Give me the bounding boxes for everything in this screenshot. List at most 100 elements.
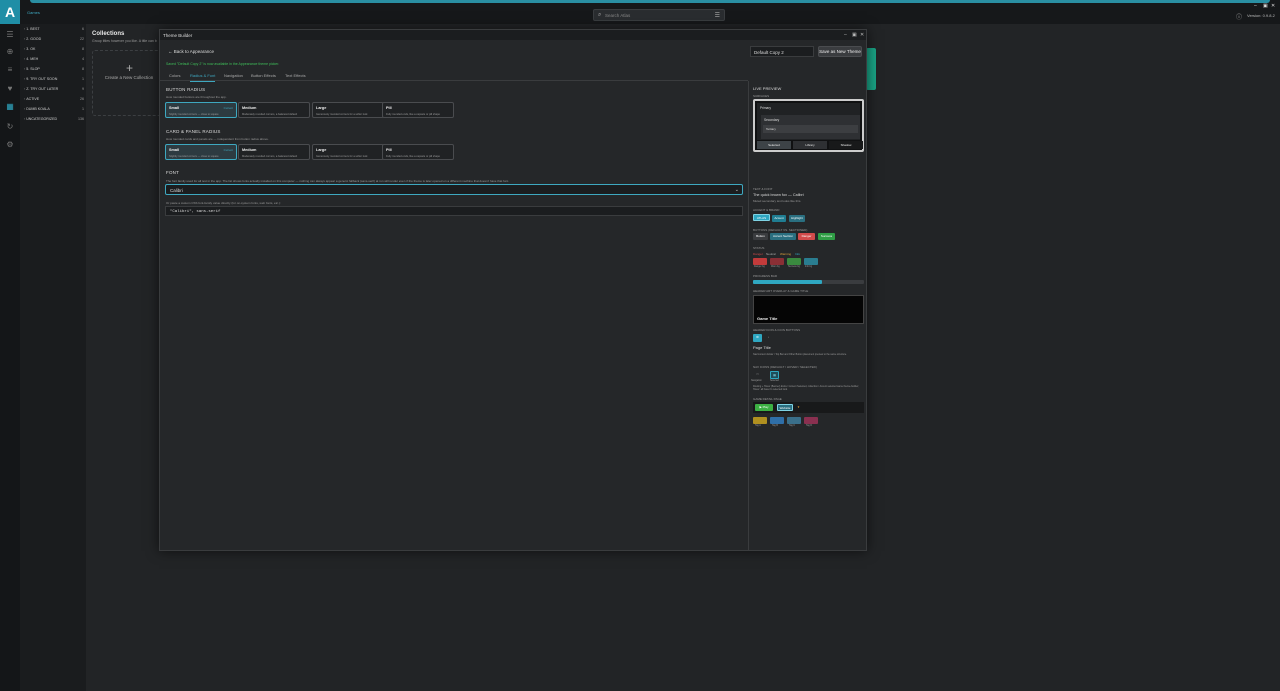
collection-item[interactable]: ›ACTIVE 26 bbox=[24, 97, 84, 105]
preview-label: NAV ICONS (DEFAULT / HOVER / SELECTED) bbox=[753, 365, 817, 369]
collection-item[interactable]: ›UNCATEGORIZED 136 bbox=[24, 117, 84, 125]
library-button[interactable]: Library bbox=[793, 141, 827, 149]
tag-label: Tag A bbox=[755, 425, 761, 427]
preview-label: STATUS bbox=[753, 246, 765, 250]
custom-font-input[interactable]: "Calibri", sans-serif bbox=[165, 206, 743, 216]
search-input[interactable]: ⌕ Search Atlas ☰ bbox=[593, 9, 725, 21]
minimize-icon[interactable]: – bbox=[844, 32, 847, 38]
plus-icon: + bbox=[126, 61, 134, 75]
atlas-chip: ATLAS bbox=[753, 214, 770, 221]
library-icon[interactable]: ☰ bbox=[5, 30, 15, 40]
collection-item[interactable]: ›DUMB KOALA 1 bbox=[24, 107, 84, 115]
play-icon: ▶ bbox=[759, 405, 762, 409]
button-radius-pill[interactable]: Pill Fully rounded ends, like a capsule … bbox=[382, 102, 454, 118]
heart-icon[interactable]: ♥ bbox=[5, 84, 15, 94]
swatch-label: Danger bg bbox=[754, 266, 765, 268]
website-button[interactable]: Website bbox=[777, 404, 793, 411]
nav-selected-icon[interactable]: ▦ bbox=[770, 371, 779, 379]
collection-item[interactable]: ›2. GOOD 22 bbox=[24, 37, 84, 45]
button-radius-small[interactable]: Small Current Slightly rounded corners —… bbox=[165, 102, 237, 118]
refresh-icon[interactable]: ↻ bbox=[5, 122, 15, 132]
back-button[interactable]: ← Back to Appearance bbox=[168, 49, 214, 54]
tertiary-surface: Tertiary bbox=[763, 125, 858, 133]
danger-swatch bbox=[753, 258, 767, 265]
card-radius-pill[interactable]: Pill Fully rounded ends, like a capsule … bbox=[382, 144, 454, 160]
new-collection-button[interactable]: + Create a New Collection bbox=[92, 50, 166, 116]
collection-item[interactable]: ›5. SLOP 8 bbox=[24, 67, 84, 75]
card-radius-medium[interactable]: Medium Moderately rounded corners, a bal… bbox=[238, 144, 310, 160]
preview-label: PROGRESS BAR bbox=[753, 274, 778, 278]
card-radius-large[interactable]: Large Generously rounded corners for a s… bbox=[312, 144, 384, 160]
play-button[interactable]: ▶ Play bbox=[755, 404, 773, 411]
progress-fill bbox=[753, 280, 822, 284]
gear-icon[interactable]: ⚙ bbox=[5, 140, 15, 150]
sample-button[interactable]: Button bbox=[753, 233, 768, 240]
tag-label: Tag B bbox=[772, 425, 778, 427]
page-title: Page Title bbox=[753, 345, 771, 350]
nav-label: Selected bbox=[770, 380, 779, 382]
save-as-new-theme-button[interactable]: Save as New Theme bbox=[818, 46, 862, 57]
breadcrumb[interactable]: Games bbox=[27, 10, 40, 15]
page-desc: Nav/content divider / Top Bar and Other … bbox=[753, 353, 847, 356]
selected-button[interactable]: Selected bbox=[757, 141, 791, 149]
accent-section-button[interactable]: Accent Section bbox=[770, 233, 796, 240]
new-collection-label: Create a New Collection bbox=[104, 75, 154, 80]
heart-icon[interactable]: ♥ bbox=[795, 404, 802, 411]
swatch-label: Info bg bbox=[805, 266, 813, 268]
button-radius-medium[interactable]: Medium Moderately rounded corners, a bal… bbox=[238, 102, 310, 118]
search-placeholder: Search Atlas bbox=[605, 13, 631, 18]
tag-swatch bbox=[753, 417, 767, 424]
swatch-label: Warn bg bbox=[771, 266, 780, 268]
settings-pane: BUTTON RADIUS How rounded buttons are th… bbox=[160, 81, 748, 551]
close-icon[interactable]: ✕ bbox=[860, 32, 864, 38]
maximize-icon[interactable]: ▣ bbox=[1263, 3, 1268, 9]
tab-text-effects[interactable]: Text Effects bbox=[285, 73, 306, 78]
font-select[interactable]: Calibri ⌄ bbox=[165, 184, 743, 195]
version-label: Version: 0.9.8.2 bbox=[1247, 13, 1275, 18]
live-preview: LIVE PREVIEW SURFACES Primary Secondary … bbox=[748, 81, 866, 551]
collections-icon[interactable]: ▦ bbox=[5, 102, 15, 112]
collection-item[interactable]: ›Z. TRY OUT LATER 9 bbox=[24, 87, 84, 95]
maximize-icon[interactable]: ▣ bbox=[852, 32, 857, 38]
tag-label: Tag C bbox=[789, 425, 795, 427]
swatch-label: Success bg bbox=[788, 266, 800, 268]
shadow-button[interactable]: Shadow bbox=[829, 141, 863, 149]
collection-item[interactable]: ›1. BEST 6 bbox=[24, 27, 84, 35]
preview-label: GAME DETAIL PAGE bbox=[753, 397, 782, 401]
danger-button[interactable]: Danger bbox=[798, 233, 815, 240]
download-icon[interactable]: ↓ bbox=[764, 334, 773, 342]
preview-label: BUTTONS (DEFAULT VS. SECTIONED) bbox=[753, 228, 808, 232]
accent-chip: Accent bbox=[772, 215, 786, 222]
tab-button-effects[interactable]: Button Effects bbox=[251, 73, 276, 78]
filter-icon[interactable]: ☰ bbox=[715, 12, 720, 19]
status-warning: Warning bbox=[780, 252, 792, 256]
button-radius-large[interactable]: Large Generously rounded corners for a s… bbox=[312, 102, 384, 118]
theme-name-input[interactable]: Default Copy 2 bbox=[750, 46, 814, 57]
info-icon[interactable]: ⓘ bbox=[1236, 12, 1242, 21]
header-icon[interactable]: ⚙ bbox=[753, 334, 762, 342]
add-icon[interactable]: ⊕ bbox=[5, 47, 15, 57]
collection-item[interactable]: ›3. OK 8 bbox=[24, 47, 84, 55]
tag-label: Tag D bbox=[806, 425, 812, 427]
nav-default-icon[interactable]: ▭ bbox=[753, 371, 762, 379]
preview-label: HEADER ART OVERLAY & GAME TITLE bbox=[753, 289, 809, 293]
success-swatch bbox=[787, 258, 801, 265]
success-button[interactable]: Success bbox=[818, 233, 835, 240]
collection-item[interactable]: ›4. MEH 4 bbox=[24, 57, 84, 65]
card-radius-small[interactable]: Small Current Slightly rounded corners —… bbox=[165, 144, 237, 160]
nav-rail: ☰ ⊕ ≡ ♥ ▦ ↻ ⚙ bbox=[0, 24, 20, 691]
preview-label: TEXT & FONT bbox=[753, 187, 773, 191]
list-icon[interactable]: ≡ bbox=[5, 65, 15, 75]
collection-item[interactable]: ›9. TRY OUT SOON 1 bbox=[24, 77, 84, 85]
atlas-logo-icon[interactable]: A bbox=[0, 0, 20, 24]
section-desc: How rounded cards and panels are — indep… bbox=[166, 137, 269, 141]
minimize-icon[interactable]: – bbox=[1254, 3, 1257, 9]
close-icon[interactable]: ✕ bbox=[1271, 3, 1275, 9]
section-title: FONT bbox=[166, 170, 180, 175]
tab-navigation[interactable]: Navigation bbox=[224, 73, 243, 78]
section-desc: The font family used for all text in the… bbox=[166, 179, 509, 183]
tab-colors[interactable]: Colors bbox=[169, 73, 181, 78]
secondary-surface: Secondary Tertiary bbox=[761, 115, 860, 139]
saved-message: Saved "Default Copy 2" is now available … bbox=[166, 62, 280, 66]
window-titlebar: Theme Builder – ▣ ✕ bbox=[160, 30, 866, 40]
